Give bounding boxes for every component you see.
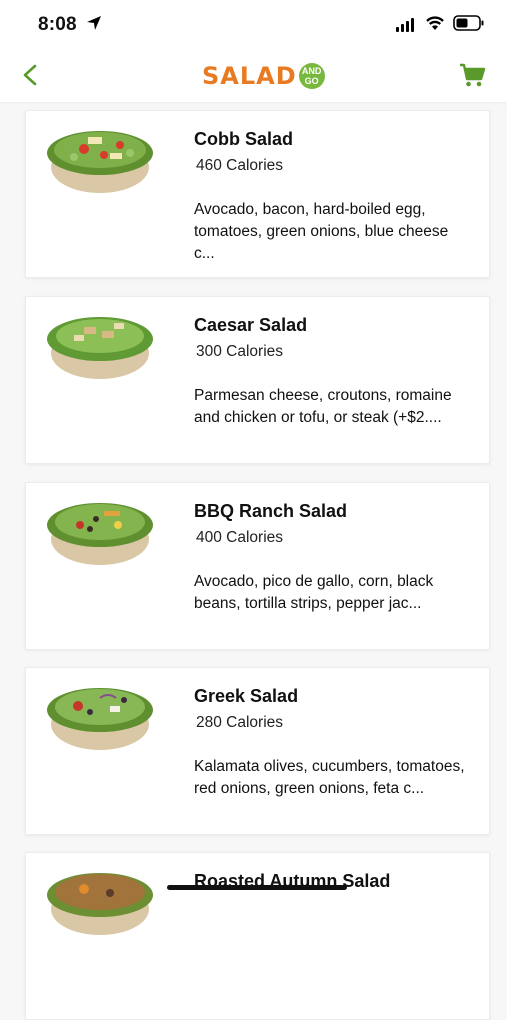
logo-wordmark: SALAD <box>202 62 297 90</box>
caesar-salad-image <box>47 317 153 379</box>
location-arrow-icon <box>87 16 101 30</box>
status-time: 8:08 <box>38 14 77 35</box>
salad-description: Parmesan cheese, croutons, romaine and c… <box>194 387 452 426</box>
salad-calories: 300 Calories <box>196 343 284 360</box>
battery-icon <box>453 15 484 31</box>
status-bar: 8:08 <box>0 0 507 50</box>
nav-bar: SALAD AND GO <box>0 50 507 102</box>
wifi-icon <box>426 16 444 30</box>
salad-title: Greek Salad <box>194 686 299 706</box>
salad-description: Avocado, bacon, hard-boiled egg, tomatoe… <box>194 201 449 262</box>
salad-and-go-logo: SALAD AND GO <box>202 56 325 96</box>
salad-card-roasted-autumn[interactable]: Roasted Autumn Salad <box>25 852 490 1020</box>
salad-calories: 280 Calories <box>196 714 284 731</box>
salad-card-greek[interactable]: Greek Salad 280 Calories Kalamata olives… <box>25 667 490 835</box>
greek-salad-image <box>47 688 153 750</box>
salad-calories: 400 Calories <box>196 529 284 546</box>
roasted-autumn-salad-image <box>47 873 153 935</box>
salad-description: Kalamata olives, cucumbers, tomatoes, re… <box>194 758 465 797</box>
cellular-signal-icon <box>396 16 414 32</box>
logo-badge: AND GO <box>298 63 325 89</box>
salad-title: Caesar Salad <box>194 315 308 335</box>
salad-calories: 460 Calories <box>196 157 284 174</box>
cobb-salad-image <box>47 131 153 193</box>
cart-icon[interactable] <box>457 60 487 90</box>
home-indicator <box>167 885 347 890</box>
bbq-ranch-salad-image <box>47 503 153 565</box>
salad-description: Avocado, pico de gallo, corn, black bean… <box>194 573 434 612</box>
back-chevron-icon[interactable] <box>16 60 46 90</box>
salad-card-cobb[interactable]: Cobb Salad 460 Calories Avocado, bacon, … <box>25 110 490 278</box>
salad-card-bbq-ranch[interactable]: BBQ Ranch Salad 400 Calories Avocado, pi… <box>25 482 490 650</box>
salad-card-caesar[interactable]: Caesar Salad 300 Calories Parmesan chees… <box>25 296 490 464</box>
salad-title: BBQ Ranch Salad <box>194 501 348 521</box>
salad-title: Cobb Salad <box>194 129 294 149</box>
